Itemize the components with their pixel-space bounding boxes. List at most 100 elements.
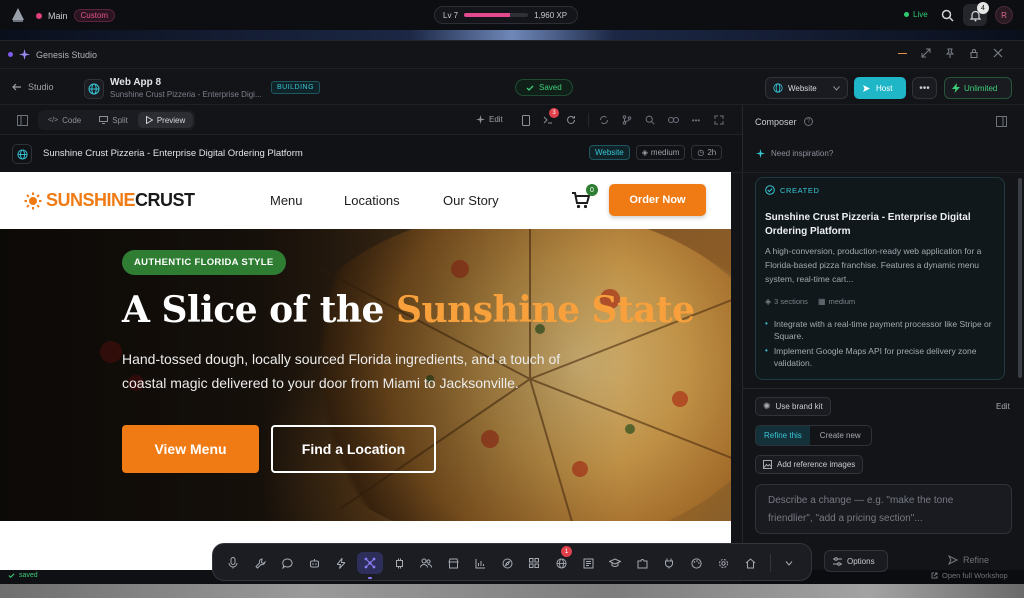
tab-code[interactable]: </> Code — [40, 112, 89, 128]
find-location-button[interactable]: Find a Location — [271, 425, 436, 473]
info-icon: ? — [804, 117, 813, 126]
chip-icon[interactable] — [388, 553, 410, 573]
cart-button[interactable]: 0 — [570, 184, 598, 210]
saved-label: Saved — [539, 83, 562, 92]
zoom-icon[interactable] — [644, 114, 656, 126]
wrench-icon[interactable] — [249, 553, 271, 573]
users-icon[interactable] — [415, 553, 437, 573]
plan-badge[interactable]: Unlimited — [944, 77, 1012, 99]
options-label: Options — [847, 556, 875, 566]
hero-headline: A Slice of the Sunshine State — [122, 289, 695, 331]
check-circle-icon — [765, 185, 775, 195]
tab-refine-this[interactable]: Refine this — [756, 426, 810, 445]
cart-count: 0 — [586, 184, 598, 196]
plan-label: Unlimited — [964, 83, 998, 93]
card-bullet-1: Integrate with a real-time payment proce… — [773, 319, 992, 341]
bullet-icon: • — [765, 319, 768, 328]
grid-icon[interactable] — [523, 553, 545, 573]
add-reference-images-button[interactable]: Add reference images — [755, 455, 864, 474]
chevron-down-icon[interactable] — [780, 553, 798, 573]
terminal-badge: 3 — [549, 108, 559, 118]
more-options-button[interactable]: ••• — [912, 77, 937, 99]
palette-icon[interactable] — [685, 553, 707, 573]
composer-scrollbar[interactable] — [1018, 178, 1022, 378]
graduation-cap-icon[interactable] — [604, 553, 626, 573]
site-logo[interactable]: SUNSHINE CRUST — [24, 190, 195, 211]
nav-our-story[interactable]: Our Story — [443, 193, 499, 208]
microphone-icon[interactable] — [222, 553, 244, 573]
nav-menu[interactable]: Menu — [270, 193, 303, 208]
lock-icon[interactable] — [969, 48, 979, 58]
link-icon[interactable] — [667, 114, 679, 126]
card-sections: 3 sections — [774, 297, 808, 306]
app-logo-icon[interactable] — [10, 7, 26, 23]
minimize-icon[interactable] — [898, 52, 907, 54]
panel-collapse-icon[interactable] — [996, 116, 1007, 127]
xp-widget[interactable]: Lv 7 1,960 XP — [434, 6, 578, 24]
newspaper-icon[interactable] — [577, 553, 599, 573]
edit-button[interactable]: Edit — [476, 115, 503, 124]
project-subtitle: Sunshine Crust Pizzeria - Enterprise Dig… — [110, 90, 262, 99]
view-menu-button[interactable]: View Menu — [122, 425, 259, 473]
search-icon[interactable] — [940, 8, 954, 22]
globe-icon[interactable]: 1 — [550, 546, 572, 573]
plan-card[interactable]: CREATED Sunshine Crust Pizzeria - Enterp… — [755, 177, 1005, 380]
type-badge: Website — [589, 145, 630, 160]
store-icon[interactable] — [442, 553, 464, 573]
code-icon: </> — [48, 116, 59, 124]
play-icon — [145, 116, 153, 124]
close-icon[interactable] — [993, 48, 1003, 58]
compass-icon[interactable] — [496, 553, 518, 573]
gauge-icon: ▦ — [817, 297, 826, 306]
branch-label[interactable]: Main — [48, 11, 68, 21]
host-button[interactable]: Host — [854, 77, 906, 99]
tab-create-new[interactable]: Create new — [810, 426, 871, 445]
back-to-studio[interactable]: Studio — [12, 82, 54, 92]
chevron-down-icon — [833, 85, 840, 91]
more-horizontal-icon[interactable]: ••• — [690, 114, 702, 126]
refresh-icon[interactable] — [565, 114, 577, 126]
branch-icon[interactable] — [621, 114, 633, 126]
order-now-button[interactable]: Order Now — [609, 184, 706, 216]
headline-part-a: A Slice of the — [122, 289, 396, 331]
inspiration-link[interactable]: Need inspiration? — [771, 149, 833, 158]
card-title: Sunshine Crust Pizzeria - Enterprise Dig… — [765, 212, 971, 237]
change-request-input[interactable]: Describe a change — e.g. "make the tone … — [755, 484, 1012, 534]
target-select[interactable]: Website — [765, 77, 848, 99]
nav-locations[interactable]: Locations — [344, 193, 400, 208]
chat-icon[interactable] — [276, 553, 298, 573]
notification-count: 4 — [977, 2, 989, 14]
notifications-button[interactable]: 4 — [963, 2, 989, 26]
expand-icon[interactable] — [921, 48, 931, 58]
puzzle-icon[interactable] — [631, 553, 653, 573]
open-workshop-link[interactable]: Open full Workshop — [931, 571, 1008, 580]
branch-badge[interactable]: Custom — [73, 9, 116, 22]
robot-icon[interactable] — [303, 553, 325, 573]
chart-icon[interactable] — [469, 553, 491, 573]
sidebar-toggle-icon[interactable] — [16, 114, 28, 126]
sync-icon[interactable] — [598, 114, 610, 126]
bolt-icon[interactable] — [330, 553, 352, 573]
headline-part-b: Sunshine State — [395, 289, 695, 331]
avatar-initial: R — [1001, 10, 1007, 20]
pin-icon[interactable] — [945, 48, 955, 58]
home-icon[interactable] — [739, 553, 761, 573]
external-link-icon — [931, 572, 938, 579]
arrow-left-icon — [12, 82, 22, 92]
options-button[interactable]: Options — [824, 550, 888, 572]
use-brand-kit-button[interactable]: ✺ Use brand kit — [755, 397, 831, 416]
plug-icon[interactable] — [658, 553, 680, 573]
window-dot-icon — [8, 52, 13, 57]
network-icon[interactable] — [357, 552, 383, 574]
check-icon — [526, 84, 534, 92]
avatar[interactable]: R — [995, 6, 1013, 24]
settings-gear-icon[interactable] — [712, 553, 734, 573]
refine-button[interactable]: Refine — [948, 555, 989, 565]
mobile-icon[interactable] — [521, 114, 531, 126]
tab-preview[interactable]: Preview — [137, 112, 194, 128]
tab-split[interactable]: Split — [91, 112, 136, 128]
fullscreen-icon[interactable] — [713, 114, 725, 126]
tab-preview-label: Preview — [156, 115, 186, 125]
edit-link[interactable]: Edit — [996, 402, 1010, 411]
terminal-icon[interactable]: 3 — [542, 108, 559, 126]
